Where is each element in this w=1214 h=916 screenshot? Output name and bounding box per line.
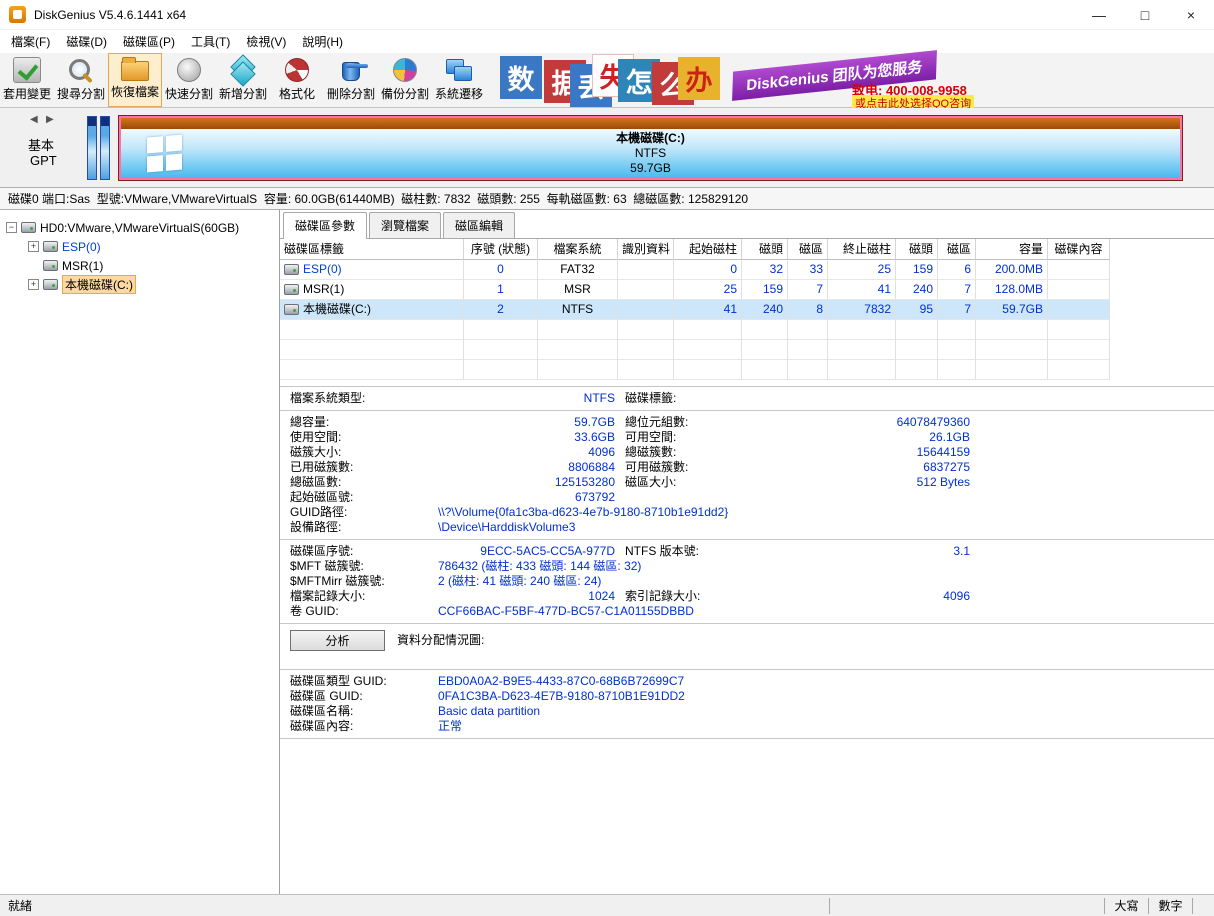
- next-disk-icon[interactable]: ▶: [46, 114, 54, 125]
- disk-type-label: 基本: [28, 135, 54, 154]
- menu-file[interactable]: 檔案(F): [3, 30, 58, 53]
- new-partition-button[interactable]: 新增分割: [216, 53, 270, 107]
- menu-help[interactable]: 說明(H): [294, 30, 351, 53]
- minimize-button[interactable]: —: [1076, 0, 1122, 29]
- delete-partition-button[interactable]: 刪除分割: [324, 53, 378, 107]
- status-ready: 就緒: [8, 897, 32, 914]
- apply-changes-button[interactable]: 套用變更: [0, 53, 54, 107]
- ad-tile: 数: [500, 56, 542, 99]
- recover-files-icon: [121, 61, 149, 81]
- partition-icon: [43, 260, 58, 271]
- partition-icon: [284, 264, 299, 275]
- promo-banner[interactable]: 数 据 丢 失 怎 么 办 DiskGenius 团队为您服务 致电: 400-…: [500, 53, 1005, 108]
- search-partition-button[interactable]: 搜尋分割: [54, 53, 108, 107]
- details-section-ntfs: 磁碟區序號: 9ECC-5AC5-CC5A-977D NTFS 版本號: 3.1…: [280, 540, 1214, 624]
- partition-detail-panel: 磁碟區參數 瀏覽檔案 磁區編輯 磁碟區標籤 序號 (狀態) 檔案系統 識別資料 …: [280, 210, 1214, 894]
- partition-icon: [284, 284, 299, 295]
- tab-browse-files[interactable]: 瀏覽檔案: [369, 212, 441, 238]
- details-section-guid: 磁碟區類型 GUID: EBD0A0A2-B9E5-4433-87C0-68B6…: [280, 670, 1214, 739]
- title-bar: DiskGenius V5.4.6.1441 x64 — □ ×: [0, 0, 1214, 30]
- partition-table: 磁碟區標籤 序號 (狀態) 檔案系統 識別資料 起始磁柱 磁頭 磁區 終止磁柱 …: [280, 239, 1110, 380]
- table-row-esp[interactable]: ESP(0) 0 FAT32 0 32 33 25 159 6 200.0MB: [280, 260, 1110, 280]
- partition-bar-text: 本機磁碟(C:) NTFS 59.7GB: [616, 131, 685, 176]
- expand-icon[interactable]: [28, 241, 39, 252]
- details-section-fs: 檔案系統類型: NTFS 磁碟標籤:: [280, 387, 1214, 411]
- table-row-c-drive[interactable]: 本機磁碟(C:) 2 NTFS 41 240 8 7832 95 7 59.7G…: [280, 300, 1110, 320]
- system-migration-button[interactable]: 系統遷移: [432, 53, 486, 107]
- window-title: DiskGenius V5.4.6.1441 x64: [34, 8, 186, 22]
- menu-disk[interactable]: 磁碟(D): [58, 30, 115, 53]
- menu-partition[interactable]: 磁碟區(P): [115, 30, 183, 53]
- quick-partition-button[interactable]: 快速分割: [162, 53, 216, 107]
- menu-view[interactable]: 檢視(V): [238, 30, 294, 53]
- new-partition-icon: [229, 57, 257, 83]
- table-empty-row: [280, 360, 1110, 380]
- detail-tabs: 磁碟區參數 瀏覽檔案 磁區編輯: [280, 210, 1214, 239]
- resize-grip: [1192, 898, 1214, 914]
- tree-item-esp[interactable]: ESP(0): [6, 237, 279, 256]
- partition-icon: [43, 241, 58, 252]
- menu-bar: 檔案(F) 磁碟(D) 磁碟區(P) 工具(T) 檢視(V) 說明(H): [0, 30, 1214, 53]
- delete-partition-icon: [342, 62, 360, 81]
- partition-details: 檔案系統類型: NTFS 磁碟標籤: 總容量: 59.7GB 總位元組數: 64…: [280, 386, 1214, 739]
- windows-logo-icon: [147, 134, 182, 172]
- c-drive-partition-block[interactable]: 本機磁碟(C:) NTFS 59.7GB: [118, 115, 1183, 181]
- collapse-icon[interactable]: [6, 222, 17, 233]
- status-pane: [829, 898, 1104, 914]
- tree-root-hd0[interactable]: HD0:VMware,VMwareVirtualS(60GB): [6, 218, 279, 237]
- quick-partition-icon: [177, 58, 201, 82]
- analyze-button[interactable]: 分析: [290, 630, 385, 651]
- allocation-map-label: 資料分配情況圖:: [397, 630, 484, 651]
- ad-tile: 办: [678, 57, 720, 100]
- table-row-msr[interactable]: MSR(1) 1 MSR 25 159 7 41 240 7 128.0MB: [280, 280, 1110, 300]
- details-section-analyze: 分析 資料分配情況圖:: [280, 624, 1214, 670]
- tree-item-c-drive[interactable]: 本機磁碟(C:): [6, 275, 279, 294]
- toolbar: 套用變更 搜尋分割 恢復檔案 快速分割 新增分割 格式化 刪除分割 備份分割 系…: [0, 53, 1214, 108]
- disk-icon: [21, 222, 36, 233]
- disk-scheme-label: GPT: [30, 153, 57, 168]
- num-lock-indicator: 數字: [1148, 898, 1192, 914]
- tree-item-msr[interactable]: MSR(1): [6, 256, 279, 275]
- partition-icon: [284, 304, 299, 315]
- table-header-row: 磁碟區標籤 序號 (狀態) 檔案系統 識別資料 起始磁柱 磁頭 磁區 終止磁柱 …: [280, 239, 1110, 260]
- details-section-capacity: 總容量: 59.7GB 總位元組數: 64078479360 使用空間: 33.…: [280, 411, 1214, 540]
- system-migration-icon: [445, 57, 473, 83]
- backup-partition-button[interactable]: 備份分割: [378, 53, 432, 107]
- maximize-button[interactable]: □: [1122, 0, 1168, 29]
- caps-lock-indicator: 大寫: [1104, 898, 1148, 914]
- msr-partition-block[interactable]: [100, 116, 110, 180]
- table-empty-row: [280, 320, 1110, 340]
- status-bar: 就緒 大寫 數字: [0, 894, 1214, 916]
- format-button[interactable]: 格式化: [270, 53, 324, 107]
- apply-changes-icon: [13, 57, 41, 83]
- disk-info-line: 磁碟0 端口:Sas 型號:VMware,VMwareVirtualS 容量: …: [0, 188, 1214, 210]
- tab-sector-edit[interactable]: 磁區編輯: [443, 212, 515, 238]
- disk-layout-bar: ◀ ▶ 基本 GPT 本機磁碟(C:) NTFS 59.7GB: [0, 108, 1214, 188]
- expand-icon[interactable]: [28, 279, 39, 290]
- table-empty-row: [280, 340, 1110, 360]
- disk-tree-panel: HD0:VMware,VMwareVirtualS(60GB) ESP(0) M…: [0, 210, 280, 894]
- format-icon: [285, 58, 309, 82]
- partition-type-strip: [121, 118, 1180, 129]
- esp-partition-block[interactable]: [87, 116, 97, 180]
- menu-tools[interactable]: 工具(T): [183, 30, 238, 53]
- recover-files-button[interactable]: 恢復檔案: [108, 53, 162, 107]
- prev-disk-icon[interactable]: ◀: [30, 114, 38, 125]
- partition-icon: [43, 279, 58, 290]
- search-partition-icon: [67, 57, 95, 83]
- tab-partition-parameters[interactable]: 磁碟區參數: [283, 212, 367, 239]
- close-button[interactable]: ×: [1168, 0, 1214, 29]
- backup-partition-icon: [393, 58, 417, 82]
- window-controls: — □ ×: [1076, 0, 1214, 29]
- app-icon: [9, 6, 26, 23]
